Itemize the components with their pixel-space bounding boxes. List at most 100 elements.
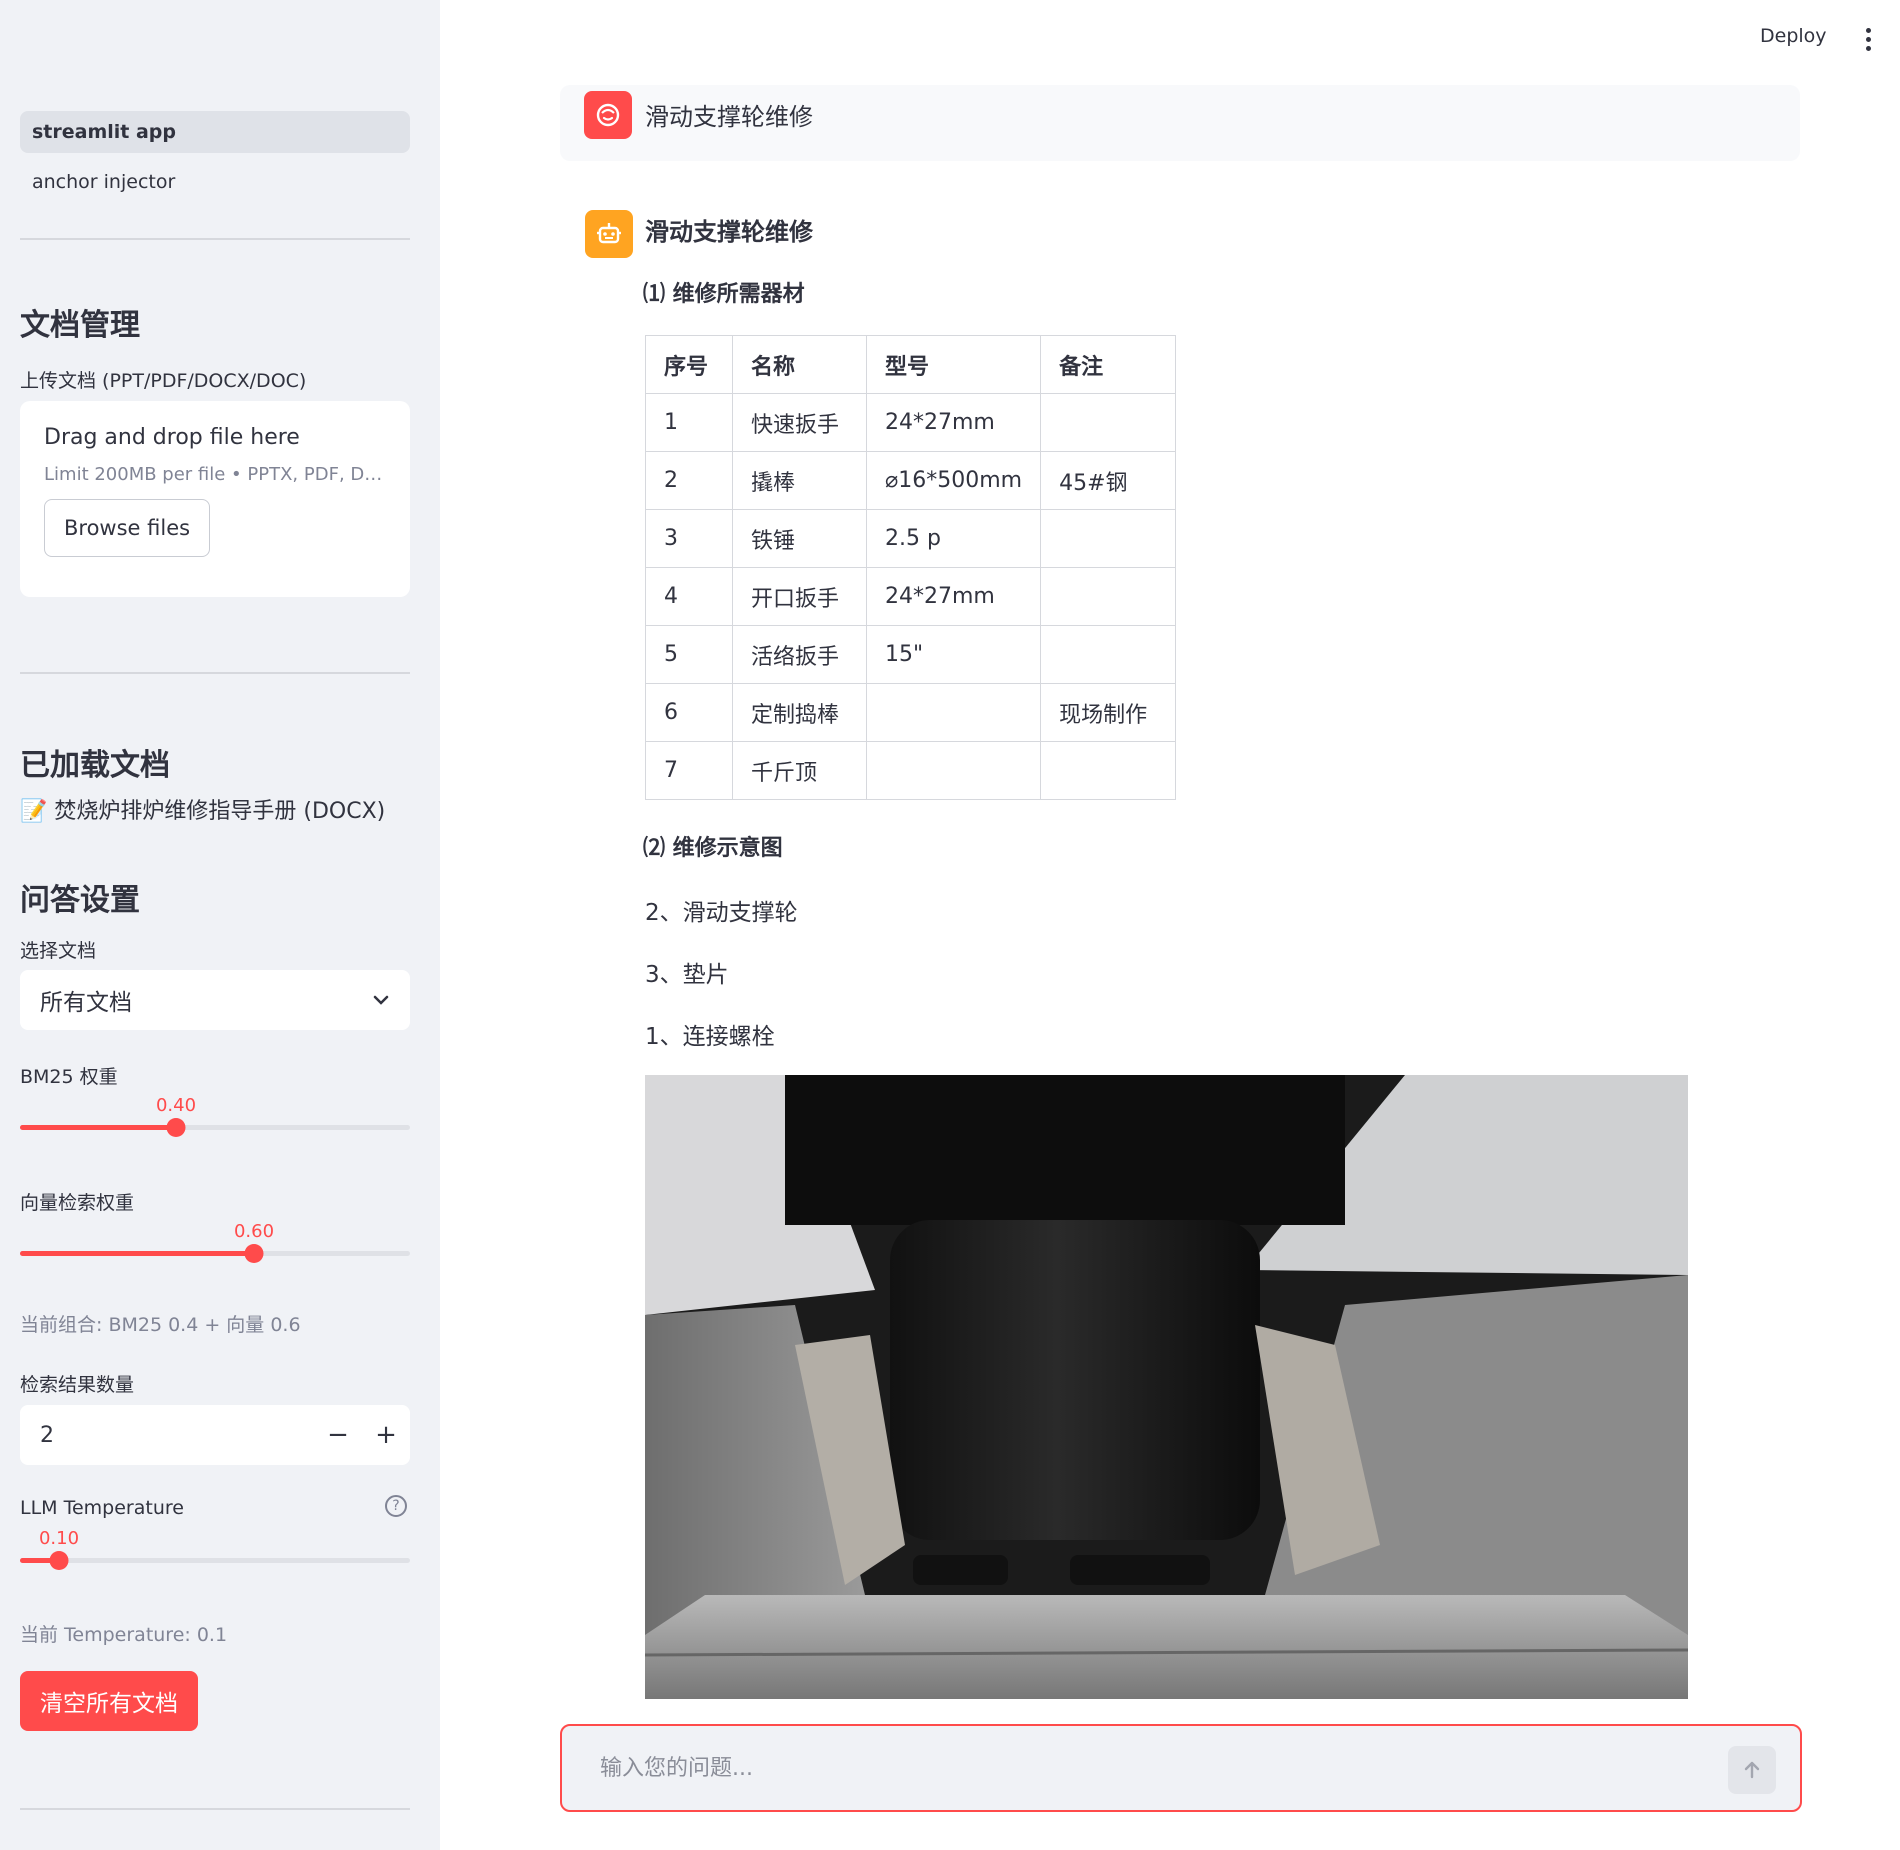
table-cell	[1040, 509, 1177, 568]
slider-thumb[interactable]	[166, 1118, 186, 1137]
table-cell: 7	[645, 741, 733, 800]
table-row: 3 铁锤 2.5 p	[645, 509, 1177, 568]
table-cell	[1040, 393, 1177, 452]
vector-label: 向量检索权重	[20, 1192, 135, 1214]
bot-avatar-icon	[585, 210, 633, 258]
result-count-input[interactable]: 2 − +	[20, 1405, 410, 1465]
divider	[20, 1808, 410, 1810]
dropzone-text: Drag and drop file here	[44, 425, 300, 450]
memo-icon: 📝	[20, 799, 48, 824]
slider-thumb[interactable]	[244, 1244, 264, 1263]
text-line: 3、垫片	[645, 962, 729, 988]
temperature-caption: 当前 Temperature: 0.1	[20, 1624, 228, 1646]
loaded-doc-label: 焚烧炉排炉维修指导手册 (DOCX)	[54, 799, 386, 824]
repair-diagram-image	[645, 1075, 1688, 1699]
column-header: 型号	[865, 335, 1042, 394]
clear-all-docs-button[interactable]: 清空所有文档	[20, 1671, 198, 1731]
table-cell: 快速扳手	[732, 393, 867, 452]
help-icon[interactable]: ?	[385, 1495, 407, 1517]
slider-fill	[20, 1251, 254, 1256]
table-cell: 撬棒	[732, 451, 867, 510]
table-cell: 3	[645, 509, 733, 568]
send-button[interactable]	[1728, 1746, 1776, 1794]
qa-settings-heading: 问答设置	[20, 883, 140, 918]
arrow-up-icon	[1744, 1761, 1760, 1779]
table-cell: 开口扳手	[732, 567, 867, 626]
chat-input-field[interactable]	[598, 1748, 1678, 1788]
user-message-text: 滑动支撑轮维修	[645, 103, 813, 131]
table-cell: 4	[645, 567, 733, 626]
slider-value: 0.40	[155, 1095, 197, 1116]
nav-item-anchor-injector[interactable]: anchor injector	[20, 161, 410, 203]
divider	[20, 238, 410, 240]
chat-input[interactable]	[560, 1724, 1802, 1812]
user-message: 滑动支撑轮维修	[560, 85, 1800, 161]
table-cell: 千斤顶	[732, 741, 867, 800]
table-cell: 24*27mm	[865, 393, 1042, 452]
loaded-doc-item: 📝 焚烧炉排炉维修指导手册 (DOCX)	[20, 793, 385, 825]
decrement-button[interactable]: −	[314, 1405, 362, 1465]
slider-track	[20, 1558, 410, 1563]
table-cell: 15"	[865, 625, 1042, 684]
vector-slider[interactable]: 0.60	[20, 1221, 410, 1263]
temperature-slider[interactable]: 0.10	[20, 1528, 410, 1570]
table-cell	[1040, 567, 1177, 626]
table-cell: 1	[645, 393, 733, 452]
temperature-label: LLM Temperature	[20, 1497, 184, 1519]
table-cell: 现场制作	[1040, 683, 1177, 742]
dropzone-limit: Limit 200MB per file • PPTX, PDF, DOCX, …	[44, 464, 386, 485]
table-row: 6 定制捣棒 现场制作	[645, 683, 1177, 742]
table-cell: 45#钢	[1040, 451, 1177, 510]
bm25-label: BM25 权重	[20, 1066, 118, 1088]
section-heading-equipment: ⑴ 维修所需器材	[643, 282, 805, 307]
deploy-button[interactable]: Deploy	[1754, 24, 1833, 48]
table-cell: 2.5 p	[865, 509, 1042, 568]
result-count-value[interactable]: 2	[20, 1423, 314, 1448]
section-heading-diagram: ⑵ 维修示意图	[643, 836, 783, 861]
increment-button[interactable]: +	[362, 1405, 410, 1465]
table-cell	[1040, 625, 1177, 684]
slider-thumb[interactable]	[49, 1551, 69, 1570]
table-cell: 定制捣棒	[732, 683, 867, 742]
column-header: 名称	[732, 335, 867, 394]
table-row: 7 千斤顶	[645, 741, 1177, 800]
divider	[20, 672, 410, 674]
equipment-table: 序号 名称 型号 备注 1 快速扳手 24*27mm 2 撬棒 ⌀16*500m…	[645, 335, 1177, 800]
bm25-slider[interactable]: 0.40	[20, 1095, 410, 1137]
table-cell: 6	[645, 683, 733, 742]
result-count-label: 检索结果数量	[20, 1374, 135, 1396]
doc-management-heading: 文档管理	[20, 308, 140, 343]
browse-files-button[interactable]: Browse files	[44, 499, 211, 557]
sidebar: streamlit app anchor injector 文档管理 上传文档 …	[0, 0, 440, 1850]
page-nav: streamlit app anchor injector	[20, 111, 410, 203]
table-cell	[865, 741, 1042, 800]
text-line: 1、连接螺栓	[645, 1024, 775, 1050]
kebab-icon[interactable]	[1863, 28, 1873, 52]
table-cell: 5	[645, 625, 733, 684]
bot-response-title: 滑动支撑轮维修	[645, 218, 813, 246]
slider-fill	[20, 1125, 176, 1130]
table-cell: 铁锤	[732, 509, 867, 568]
table-header-row: 序号 名称 型号 备注	[645, 335, 1177, 394]
nav-item-streamlit-app[interactable]: streamlit app	[20, 111, 410, 153]
table-cell	[1040, 741, 1177, 800]
table-cell: 2	[645, 451, 733, 510]
text-line: 2、滑动支撑轮	[645, 900, 798, 926]
slider-value: 0.60	[233, 1221, 275, 1242]
doc-select[interactable]: 所有文档	[20, 970, 410, 1030]
column-header: 序号	[645, 335, 733, 394]
file-dropzone[interactable]: Drag and drop file here Limit 200MB per …	[20, 401, 410, 597]
chevron-down-icon	[373, 995, 389, 1005]
table-row: 1 快速扳手 24*27mm	[645, 393, 1177, 452]
upload-label: 上传文档 (PPT/PDF/DOCX/DOC)	[20, 370, 307, 392]
doc-select-value: 所有文档	[40, 990, 132, 1016]
loaded-docs-heading: 已加载文档	[20, 748, 170, 783]
table-cell	[865, 683, 1042, 742]
slider-value: 0.10	[38, 1528, 80, 1549]
user-avatar-icon	[584, 91, 632, 139]
column-header: 备注	[1040, 335, 1177, 394]
table-row: 5 活络扳手 15"	[645, 625, 1177, 684]
table-row: 2 撬棒 ⌀16*500mm 45#钢	[645, 451, 1177, 510]
combo-caption: 当前组合: BM25 0.4 + 向量 0.6	[20, 1314, 301, 1336]
table-cell: 24*27mm	[865, 567, 1042, 626]
